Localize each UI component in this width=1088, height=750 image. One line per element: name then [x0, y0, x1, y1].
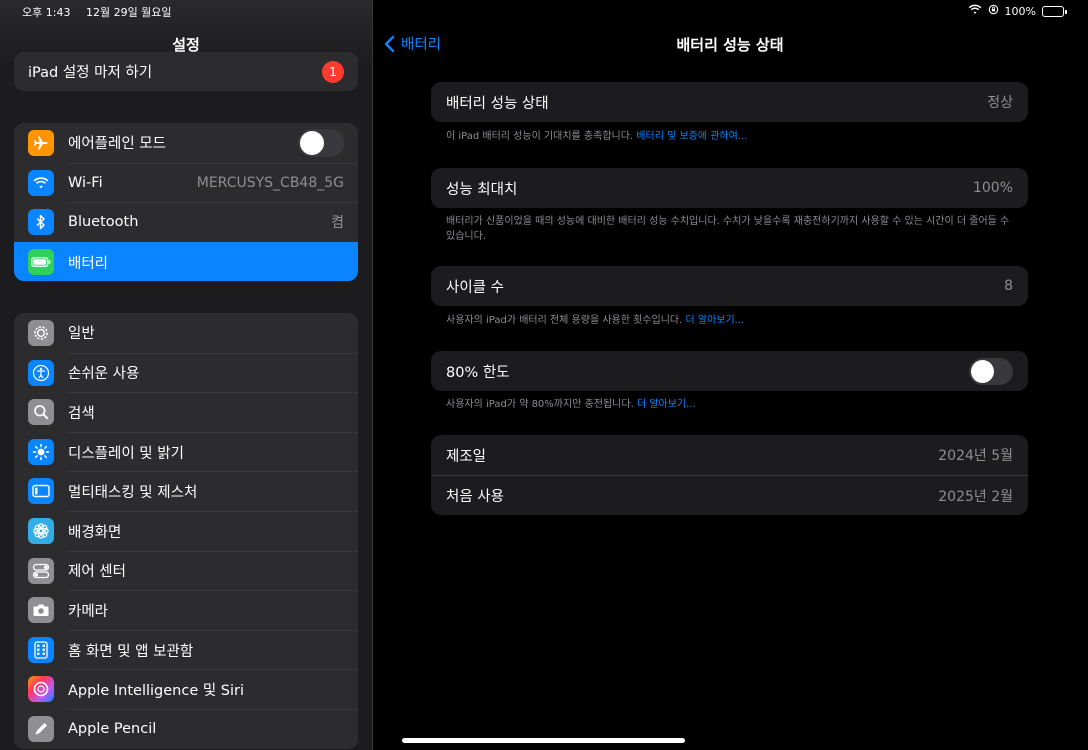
split-divider: [372, 0, 373, 750]
camera-icon: [28, 597, 54, 624]
first-use-label: 처음 사용: [446, 489, 504, 505]
sidebar-item-battery[interactable]: 배터리: [14, 241, 358, 282]
charge-limit-card: 80% 한도: [431, 351, 1028, 391]
accessibility-icon: [28, 359, 54, 386]
max-capacity-row: 성능 최대치 100%: [431, 168, 1028, 208]
sidebar-item-bluetooth[interactable]: Bluetooth 켬: [14, 202, 358, 242]
status-date: 12월 29일 월요일: [85, 6, 172, 19]
battery-health-note: 이 iPad 배터리 성능이 기대치를 충족합니다. 배터리 및 보증에 관하여…: [446, 129, 1016, 144]
cycle-count-label: 사이클 수: [446, 279, 504, 296]
max-capacity-note: 배터리가 신품이었을 때의 성능에 대비한 배터리 성능 수치입니다. 수치가 …: [446, 216, 1010, 242]
wifi-label: Wi-Fi: [68, 174, 103, 191]
sidebar-item-display[interactable]: 디스플레이 및 밝기: [14, 431, 358, 472]
max-capacity-card: 성능 최대치 100%: [431, 168, 1028, 208]
battery-warranty-link[interactable]: 배터리 및 보증에 관하여...: [636, 131, 747, 142]
cycle-count-row: 사이클 수 8: [431, 266, 1028, 306]
cycle-learn-more-link[interactable]: 더 알아보기...: [685, 315, 744, 326]
status-battery-icon: [1042, 5, 1067, 17]
battery-health-row: 배터리 성능 상태 정상: [431, 82, 1028, 122]
general-label: 일반: [68, 326, 95, 343]
sidebar-item-wifi[interactable]: Wi-Fi MERCUSYS_CB48_5G: [14, 162, 358, 203]
siri-icon: [28, 676, 54, 703]
airplane-mode-toggle[interactable]: [298, 128, 344, 157]
wifi-icon: [28, 169, 54, 196]
sidebar-item-general[interactable]: 일반: [14, 313, 358, 353]
manufacture-date-label: 제조일: [446, 448, 487, 465]
home-indicator[interactable]: [402, 738, 685, 743]
battery-icon: [28, 248, 54, 275]
cycle-count-card: 사이클 수 8: [431, 266, 1028, 306]
airplane-icon: [28, 130, 54, 156]
sidebar-item-airplane-mode[interactable]: 에어플레인 모드: [14, 123, 358, 163]
multitasking-icon: [28, 478, 54, 505]
sidebar-item-apple-pencil[interactable]: Apple Pencil: [14, 708, 358, 749]
sidebar-item-search[interactable]: 검색: [14, 392, 358, 432]
apple-intelligence-label: Apple Intelligence 및 Siri: [68, 683, 245, 700]
accessibility-label: 손쉬운 사용: [68, 366, 140, 383]
charge-limit-learn-more-link[interactable]: 더 알아보기...: [637, 399, 696, 410]
cycle-count-note: 사용자의 iPad가 배터리 전체 용량을 사용한 횟수입니다. 더 알아보기.…: [446, 313, 1016, 328]
max-capacity-value: 100%: [972, 180, 1013, 196]
charge-limit-label: 80% 한도: [446, 364, 510, 381]
max-capacity-label: 성능 최대치: [446, 181, 518, 198]
manufacture-date-value: 2024년 5월: [938, 448, 1013, 464]
connectivity-group: 에어플레인 모드 Wi-Fi MERCUSYS_CB48_5G Bluetoot…: [14, 123, 358, 282]
home-screen-icon: [28, 636, 54, 663]
charge-limit-note: 사용자의 iPad가 약 80%까지만 충전됩니다. 더 알아보기...: [446, 397, 1016, 412]
home-screen-label: 홈 화면 및 앱 보관함: [68, 643, 194, 660]
sidebar-item-camera[interactable]: 카메라: [14, 590, 358, 630]
cycle-count-value: 8: [1004, 278, 1013, 294]
cycle-count-note-text: 사용자의 iPad가 배터리 전체 용량을 사용한 횟수입니다.: [446, 315, 683, 326]
status-bar-right: 100%: [968, 4, 1067, 18]
charge-limit-row: 80% 한도: [431, 351, 1028, 391]
first-use-value: 2025년 2월: [938, 488, 1013, 505]
setup-group: iPad 설정 마저 하기 1: [14, 52, 358, 91]
apple-pencil-label: Apple Pencil: [68, 721, 157, 738]
page-title: 배터리 성능 상태: [676, 36, 784, 54]
setup-ipad-item[interactable]: iPad 설정 마저 하기 1: [14, 52, 358, 91]
status-bar-left: 오후 1:43 12월 29일 월요일: [22, 4, 172, 20]
battery-health-value: 정상: [987, 95, 1013, 111]
bluetooth-status-value: 켬: [331, 215, 344, 232]
sidebar-item-home-screen[interactable]: 홈 화면 및 앱 보관함: [14, 629, 358, 670]
wifi-network-value: MERCUSYS_CB48_5G: [196, 174, 344, 191]
manufacture-date-row: 제조일 2024년 5월: [431, 435, 1028, 475]
sidebar-item-apple-intelligence[interactable]: Apple Intelligence 및 Siri: [14, 669, 358, 709]
battery-dates-card: 제조일 2024년 5월 처음 사용 2025년 2월: [431, 435, 1028, 515]
general-group: 일반 손쉬운 사용 검색 디스플레이 및 밝기 멀티태스킹 및 제스처 배경화면…: [14, 313, 358, 749]
display-label: 디스플레이 및 밝기: [68, 445, 184, 462]
status-time: 오후 1:43: [22, 6, 71, 19]
sidebar-item-control-center[interactable]: 제어 센터: [14, 550, 358, 591]
orientation-lock-icon: [988, 4, 999, 18]
gear-icon: [28, 320, 54, 346]
battery-percentage: 100%: [1004, 4, 1036, 18]
charge-limit-toggle[interactable]: [969, 357, 1013, 385]
sidebar-item-multitasking[interactable]: 멀티태스킹 및 제스처: [14, 471, 358, 511]
wifi-status-icon: [968, 4, 982, 18]
search-icon: [28, 399, 54, 426]
notification-badge: 1: [322, 60, 344, 83]
control-center-icon: [28, 557, 54, 584]
search-label: 검색: [68, 405, 95, 422]
control-center-label: 제어 센터: [68, 564, 126, 581]
first-use-row: 처음 사용 2025년 2월: [431, 475, 1028, 515]
wallpaper-label: 배경화면: [68, 524, 122, 541]
bluetooth-icon: [28, 209, 54, 236]
charge-limit-note-text: 사용자의 iPad가 약 80%까지만 충전됩니다.: [446, 399, 634, 410]
wallpaper-icon: [28, 517, 54, 544]
battery-label: 배터리: [68, 255, 109, 272]
airplane-mode-label: 에어플레인 모드: [68, 136, 166, 153]
battery-health-label: 배터리 성능 상태: [446, 95, 549, 112]
setup-ipad-label: iPad 설정 마저 하기: [28, 65, 153, 81]
camera-label: 카메라: [68, 603, 109, 620]
brightness-icon: [28, 438, 54, 465]
settings-sidebar: 오후 1:43 12월 29일 월요일 설정 iPad 설정 마저 하기 1 에…: [0, 0, 372, 750]
multitasking-label: 멀티태스킹 및 제스처: [68, 485, 198, 502]
battery-health-note-text: 이 iPad 배터리 성능이 기대치를 충족합니다.: [446, 131, 634, 142]
bluetooth-label: Bluetooth: [68, 214, 139, 231]
battery-health-card: 배터리 성능 상태 정상: [431, 82, 1028, 122]
sidebar-item-wallpaper[interactable]: 배경화면: [14, 510, 358, 551]
sidebar-item-accessibility[interactable]: 손쉬운 사용: [14, 352, 358, 393]
pencil-icon: [28, 715, 54, 742]
